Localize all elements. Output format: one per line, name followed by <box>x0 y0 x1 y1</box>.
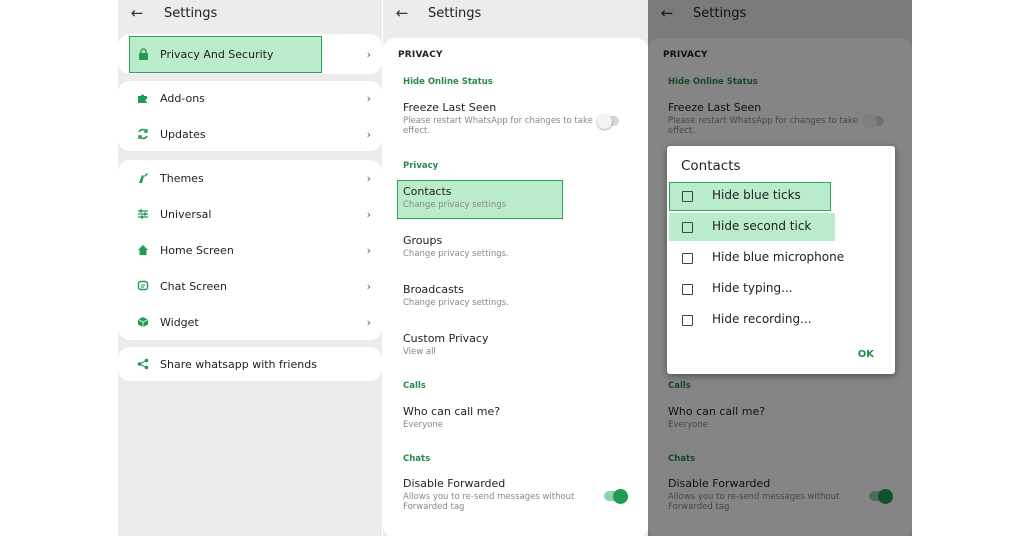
settings-item-label: Universal <box>160 207 212 221</box>
settings-item-label: Updates <box>160 127 206 141</box>
item-title: Contacts <box>403 185 452 198</box>
section-hide-online-status: Hide Online Status <box>403 77 493 87</box>
item-subtitle: Change privacy settings. <box>403 249 509 259</box>
contacts-dialog-panel: ← Settings PRIVACY Hide Online Status Fr… <box>648 0 912 536</box>
share-icon <box>136 357 150 371</box>
settings-item-label: Privacy And Security <box>160 47 274 61</box>
screenshot-stage: ← Settings Privacy And Security › Add-on… <box>0 0 1024 536</box>
privacy-settings-panel: ← Settings PRIVACY Hide Online Status Fr… <box>383 0 648 536</box>
back-arrow-icon[interactable]: ← <box>394 4 410 22</box>
option-label: Hide second tick <box>712 219 812 233</box>
disable-forwarded-toggle[interactable] <box>604 489 628 504</box>
item-title: Broadcasts <box>403 283 464 296</box>
section-privacy: Privacy <box>403 161 439 171</box>
addons-card: Add-ons › Updates › <box>118 81 382 151</box>
item-title: Custom Privacy <box>403 332 489 345</box>
setting-freeze-last-seen[interactable]: Freeze Last Seen Please restart WhatsApp… <box>403 101 593 136</box>
settings-item-addons[interactable]: Add-ons › <box>118 83 382 113</box>
option-hide-second-tick[interactable]: Hide second tick <box>667 214 895 242</box>
chevron-right-icon: › <box>366 91 371 105</box>
item-subtitle: View all <box>403 347 436 357</box>
contacts-dialog: Contacts Hide blue ticks Hide second tic… <box>667 146 895 374</box>
settings-item-home-screen[interactable]: Home Screen › <box>118 235 382 265</box>
settings-item-label: Widget <box>160 315 199 329</box>
setting-who-can-call[interactable]: Who can call me? Everyone <box>403 405 500 430</box>
chevron-right-icon: › <box>366 127 371 141</box>
option-hide-typing[interactable]: Hide typing... <box>667 276 895 304</box>
chat-icon <box>136 279 150 293</box>
back-arrow-icon[interactable]: ← <box>129 4 145 22</box>
settings-item-privacy[interactable]: Privacy And Security › <box>118 39 382 69</box>
chevron-right-icon: › <box>366 315 371 329</box>
setting-custom-privacy[interactable]: Custom Privacy View all <box>403 332 488 357</box>
item-subtitle: Change privacy settings. <box>403 298 509 308</box>
settings-item-label: Home Screen <box>160 243 234 257</box>
setting-groups[interactable]: Groups Change privacy settings. <box>403 234 509 259</box>
chevron-right-icon: › <box>366 207 371 221</box>
option-hide-blue-microphone[interactable]: Hide blue microphone <box>667 245 895 273</box>
settings-item-label: Share whatsapp with friends <box>160 357 317 371</box>
section-calls: Calls <box>403 381 426 391</box>
checkbox-icon[interactable] <box>682 315 693 326</box>
settings-item-share[interactable]: Share whatsapp with friends <box>118 349 382 379</box>
option-hide-recording[interactable]: Hide recording... <box>667 307 895 335</box>
settings-item-label: Chat Screen <box>160 279 228 293</box>
setting-disable-forwarded[interactable]: Disable Forwarded Allows you to re-send … <box>403 477 593 512</box>
chevron-right-icon: › <box>366 47 371 61</box>
settings-item-label: Add-ons <box>160 91 205 105</box>
setting-contacts[interactable]: Contacts Change privacy settings <box>403 185 506 210</box>
share-card: Share whatsapp with friends <box>118 347 382 381</box>
checkbox-icon[interactable] <box>682 253 693 264</box>
settings-item-updates[interactable]: Updates › <box>118 119 382 149</box>
option-label: Hide recording... <box>712 312 812 326</box>
item-subtitle: Everyone <box>403 420 443 430</box>
item-title: Who can call me? <box>403 405 501 418</box>
top-bar: ← Settings <box>118 0 382 26</box>
dialog-title: Contacts <box>681 158 741 174</box>
section-header-privacy: PRIVACY <box>398 50 443 60</box>
item-subtitle: Please restart WhatsApp for changes to t… <box>403 116 593 136</box>
chevron-right-icon: › <box>366 243 371 257</box>
section-chats: Chats <box>403 454 431 464</box>
settings-item-widget[interactable]: Widget › <box>118 307 382 337</box>
home-icon <box>136 243 150 257</box>
item-subtitle: Change privacy settings <box>403 200 507 210</box>
brush-icon <box>136 171 150 185</box>
setting-broadcasts[interactable]: Broadcasts Change privacy settings. <box>403 283 509 308</box>
ok-button[interactable]: OK <box>858 349 874 360</box>
page-title: Settings <box>164 5 218 21</box>
top-bar: ← Settings <box>383 0 648 26</box>
appearance-card: Themes › Universal › Home Screen › Chat … <box>118 160 382 340</box>
item-title: Disable Forwarded <box>403 477 506 490</box>
widget-icon <box>136 315 150 329</box>
item-subtitle: Allows you to re-send messages without F… <box>403 492 575 512</box>
toggle-knob <box>597 114 612 129</box>
settings-item-themes[interactable]: Themes › <box>118 163 382 193</box>
toggle-knob <box>613 489 628 504</box>
checkbox-icon[interactable] <box>682 191 693 202</box>
item-title: Freeze Last Seen <box>403 101 497 114</box>
privacy-card: Privacy And Security › <box>118 34 382 74</box>
option-label: Hide blue ticks <box>712 188 801 202</box>
item-title: Groups <box>403 234 443 247</box>
page-title: Settings <box>428 5 482 21</box>
refresh-icon <box>136 127 150 141</box>
lock-icon <box>136 47 150 61</box>
option-label: Hide blue microphone <box>712 250 845 264</box>
privacy-card: PRIVACY Hide Online Status Freeze Last S… <box>383 38 648 536</box>
chevron-right-icon: › <box>366 279 371 293</box>
settings-main-panel: ← Settings Privacy And Security › Add-on… <box>118 0 382 536</box>
chevron-right-icon: › <box>366 171 371 185</box>
checkbox-icon[interactable] <box>682 222 693 233</box>
settings-item-label: Themes <box>160 171 204 185</box>
puzzle-icon <box>136 91 150 105</box>
settings-item-universal[interactable]: Universal › <box>118 199 382 229</box>
option-label: Hide typing... <box>712 281 793 295</box>
settings-item-chat-screen[interactable]: Chat Screen › <box>118 271 382 301</box>
freeze-last-seen-toggle[interactable] <box>597 114 619 129</box>
checkbox-icon[interactable] <box>682 284 693 295</box>
sliders-icon <box>136 207 150 221</box>
option-hide-blue-ticks[interactable]: Hide blue ticks <box>667 183 895 211</box>
